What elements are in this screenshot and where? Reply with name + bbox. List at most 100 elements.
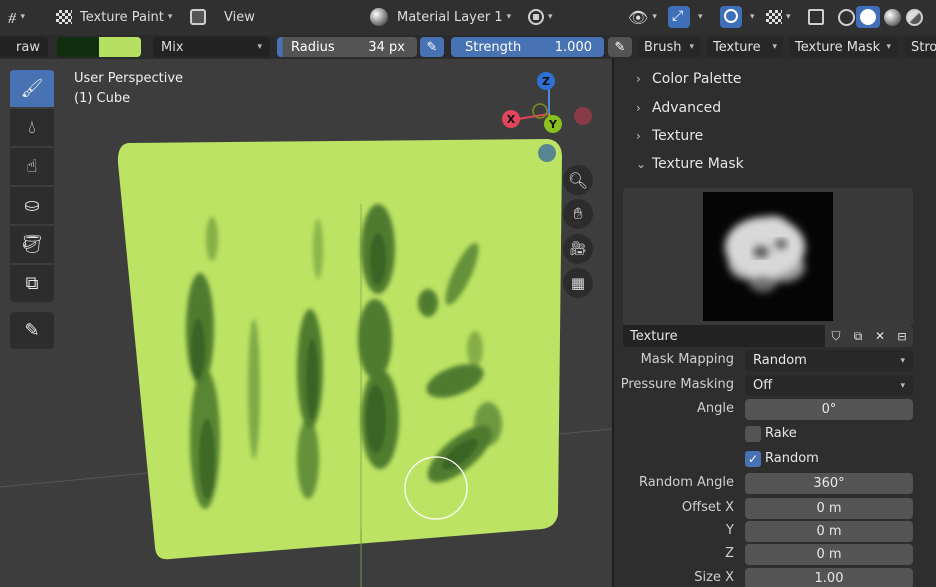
offset-z-field[interactable]: 0 m bbox=[745, 544, 913, 565]
gizmo-z-neg[interactable] bbox=[538, 144, 556, 162]
strength-slider[interactable]: Strength 1.000 bbox=[451, 37, 604, 57]
zoom-button[interactable]: 🔍︎ bbox=[563, 165, 593, 195]
gizmo-x-neg[interactable] bbox=[574, 107, 592, 125]
chevron-down-icon[interactable]: ▾ bbox=[698, 6, 703, 28]
offset-y-field[interactable]: 0 m bbox=[745, 521, 913, 542]
brush-menu[interactable]: Brush ▾ bbox=[638, 37, 700, 57]
stroke-menu[interactable]: Stro bbox=[905, 37, 936, 57]
tool-soften[interactable]: 💧︎ bbox=[10, 109, 54, 146]
section-texture[interactable]: › Texture bbox=[636, 128, 703, 144]
fake-user-shield-icon[interactable]: ⛉ bbox=[825, 325, 847, 347]
section-color-palette[interactable]: › Color Palette bbox=[636, 71, 742, 87]
chevron-down-icon: ▾ bbox=[548, 12, 553, 22]
mode-select[interactable]: Texture Paint ▾ bbox=[56, 6, 182, 28]
angle-field[interactable]: 0° bbox=[745, 399, 913, 420]
tool-clone[interactable]: ⛀ bbox=[10, 187, 54, 224]
xray-toggle[interactable] bbox=[808, 6, 824, 28]
properties-sidebar: › Color Palette › Advanced › Texture ⌄ Textu… bbox=[614, 59, 936, 587]
offset-x-field[interactable]: 0 m bbox=[745, 498, 913, 519]
chevron-down-icon: ▾ bbox=[900, 355, 905, 366]
shading-material[interactable] bbox=[884, 6, 901, 28]
chevron-down-icon[interactable]: ▾ bbox=[750, 6, 755, 28]
rake-checkbox[interactable] bbox=[745, 426, 761, 442]
duplicate-icon[interactable]: ⧉ bbox=[847, 325, 869, 347]
node-tree-icon: ⧣ bbox=[8, 8, 17, 26]
radius-slider[interactable]: Radius 34 px bbox=[277, 37, 417, 57]
strength-pressure-toggle[interactable]: ✎ bbox=[608, 37, 632, 57]
shading-solid[interactable] bbox=[856, 6, 880, 28]
random-angle-label: Random Angle bbox=[639, 475, 734, 490]
tool-fill[interactable]: 🪣︎ bbox=[10, 226, 54, 263]
3d-viewport[interactable]: Z X Y User Perspective (1) Cube 🔍︎ ✋︎ 🎥︎… bbox=[0, 59, 612, 587]
gizmo-toggle[interactable]: ⤢ bbox=[668, 6, 690, 28]
smear-icon: ☝︎ bbox=[26, 156, 38, 177]
hand-icon: ✋︎ bbox=[573, 204, 583, 223]
random-checkbox[interactable]: ✓ bbox=[745, 451, 761, 467]
camera-view-button[interactable]: 🎥︎ bbox=[563, 234, 593, 264]
section-label: Color Palette bbox=[652, 71, 742, 87]
close-icon[interactable]: ✕ bbox=[869, 325, 891, 347]
painted-plane[interactable] bbox=[117, 139, 563, 560]
tool-mask[interactable]: ⧉ bbox=[10, 265, 54, 302]
visibility-button[interactable]: 👁 ▾ bbox=[628, 6, 657, 28]
strength-value: 1.000 bbox=[554, 39, 592, 55]
blend-mode-select[interactable]: Mix ▾ bbox=[153, 37, 270, 57]
gizmo-icon: ⤢ bbox=[672, 8, 684, 24]
chevron-down-icon: ▾ bbox=[772, 42, 777, 52]
primary-color-swatch[interactable] bbox=[99, 37, 141, 57]
toggle-icon[interactable]: ⊟ bbox=[891, 325, 913, 347]
overlays-toggle[interactable] bbox=[720, 6, 742, 28]
offset-z-label: Z bbox=[725, 546, 734, 561]
mask-mapping-select[interactable]: Random ▾ bbox=[745, 350, 913, 371]
random-angle-field[interactable]: 360° bbox=[745, 473, 913, 494]
editor-type-button[interactable]: ⧣ ▾ bbox=[8, 6, 25, 28]
brush-icon: 🖌︎ bbox=[20, 78, 44, 99]
brush-menu-label: Brush bbox=[644, 39, 682, 55]
viewport-canvas[interactable]: Z X Y bbox=[0, 59, 612, 587]
pen-pressure-icon: ✎ bbox=[614, 39, 626, 55]
mode-label: Texture Paint bbox=[80, 9, 164, 25]
texture-mask-menu-label: Texture Mask bbox=[795, 39, 881, 55]
shading-wireframe[interactable] bbox=[838, 6, 855, 28]
size-x-field[interactable]: 1.00 bbox=[745, 568, 913, 587]
chevron-down-icon: ▾ bbox=[257, 42, 262, 52]
perspective-label: User Perspective bbox=[74, 71, 184, 86]
mask-mapping-value: Random bbox=[753, 353, 807, 368]
radius-value: 34 px bbox=[368, 39, 405, 55]
pressure-masking-select[interactable]: Off ▾ bbox=[745, 375, 913, 396]
texture-datablock[interactable]: Texture ⛉ ⧉ ✕ ⊟ bbox=[623, 325, 913, 347]
texture-menu[interactable]: Texture ▾ bbox=[707, 37, 783, 57]
section-label: Texture bbox=[652, 128, 704, 144]
material-layer-select[interactable]: Material Layer 1 ▾ bbox=[370, 6, 516, 28]
mask-texture-preview[interactable] bbox=[703, 192, 833, 321]
xray-checker-button[interactable]: ▾ bbox=[766, 6, 791, 28]
section-label: Advanced bbox=[652, 100, 722, 116]
texture-mask-menu[interactable]: Texture Mask ▾ bbox=[789, 37, 897, 57]
shading-rendered[interactable] bbox=[906, 6, 923, 28]
tool-annotate[interactable]: ✎ bbox=[10, 312, 54, 349]
texture-preview-frame bbox=[623, 188, 913, 325]
pan-button[interactable]: ✋︎ bbox=[563, 199, 593, 229]
texture-slots-toggle[interactable] bbox=[190, 6, 206, 28]
grid-icon: ▦ bbox=[570, 274, 586, 292]
strength-label: Strength bbox=[465, 39, 522, 55]
tool-draw[interactable]: 🖌︎ bbox=[10, 70, 54, 107]
radius-pressure-toggle[interactable]: ✎ bbox=[420, 37, 444, 57]
xray-icon bbox=[808, 9, 824, 25]
section-advanced[interactable]: › Advanced bbox=[636, 100, 721, 116]
checker-icon bbox=[56, 10, 72, 24]
view-menu[interactable]: View bbox=[224, 6, 255, 28]
rake-label: Rake bbox=[765, 426, 797, 441]
size-x-label: Size X bbox=[694, 570, 734, 585]
section-texture-mask[interactable]: ⌄ Texture Mask bbox=[636, 156, 744, 172]
chevron-down-icon: ▾ bbox=[506, 12, 512, 22]
offset-y-label: Y bbox=[726, 523, 734, 538]
material-layer-label: Material Layer 1 bbox=[397, 9, 503, 25]
material-slot-button[interactable]: ▾ bbox=[528, 6, 553, 28]
secondary-color-swatch[interactable] bbox=[57, 37, 99, 57]
texture-menu-label: Texture bbox=[713, 39, 761, 55]
checker-icon bbox=[766, 10, 782, 24]
ortho-toggle-button[interactable]: ▦ bbox=[563, 268, 593, 298]
brush-name-field[interactable]: raw bbox=[0, 37, 48, 57]
tool-smear[interactable]: ☝︎ bbox=[10, 148, 54, 185]
